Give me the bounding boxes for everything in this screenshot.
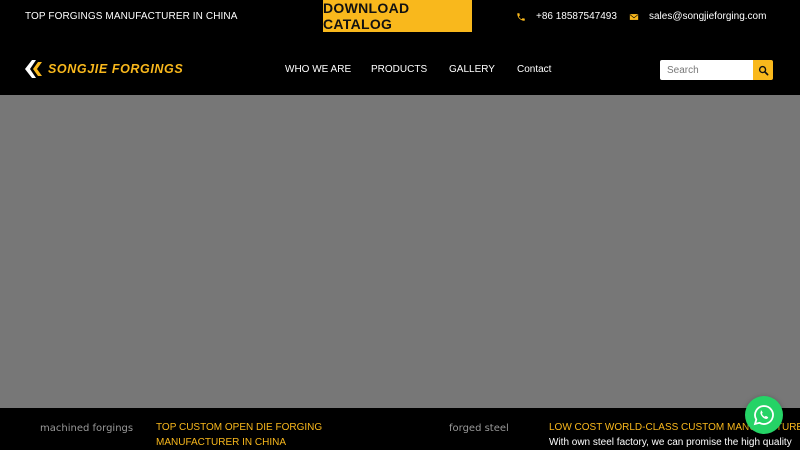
search-form — [660, 60, 773, 80]
search-input[interactable] — [660, 60, 753, 80]
tagline: TOP FORGINGS MANUFACTURER IN CHINA — [25, 11, 238, 22]
phone-number: +86 18587547493 — [536, 11, 617, 22]
phone-icon — [517, 12, 525, 21]
forged-steel-image: forged steel — [449, 423, 509, 434]
brand-name: SONGJIE FORGINGS — [48, 62, 184, 76]
download-catalog-button[interactable]: DOWNLOAD CATALOG — [323, 0, 472, 32]
email-contact[interactable]: sales@songjieforging.com — [629, 11, 766, 22]
nav-contact[interactable]: Contact — [517, 64, 551, 75]
hero-banner — [0, 95, 800, 408]
envelope-icon — [629, 13, 639, 20]
nav-who-we-are[interactable]: WHO WE ARE — [285, 64, 351, 75]
search-button[interactable] — [753, 60, 773, 80]
logo-mark-icon — [25, 60, 42, 78]
search-icon — [758, 65, 768, 75]
feature-description: With own steel factory, we can promise t… — [549, 437, 792, 448]
email-address: sales@songjieforging.com — [649, 11, 767, 22]
feature-strip: machined forgings TOP CUSTOM OPEN DIE FO… — [0, 408, 800, 450]
phone-contact[interactable]: +86 18587547493 — [516, 11, 617, 22]
nav-gallery[interactable]: GALLERY — [449, 64, 495, 75]
feature-title-open-die[interactable]: TOP CUSTOM OPEN DIE FORGING MANUFACTURER… — [156, 420, 391, 450]
nav-products[interactable]: PRODUCTS — [371, 64, 427, 75]
brand-logo[interactable]: SONGJIE FORGINGS — [25, 60, 183, 78]
whatsapp-icon — [753, 405, 774, 426]
main-navigation: SONGJIE FORGINGS WHO WE ARE PRODUCTS GAL… — [0, 34, 800, 95]
machined-forgings-image: machined forgings — [40, 423, 134, 434]
whatsapp-chat-button[interactable] — [745, 396, 783, 434]
top-bar: TOP FORGINGS MANUFACTURER IN CHINA DOWNL… — [0, 0, 800, 34]
